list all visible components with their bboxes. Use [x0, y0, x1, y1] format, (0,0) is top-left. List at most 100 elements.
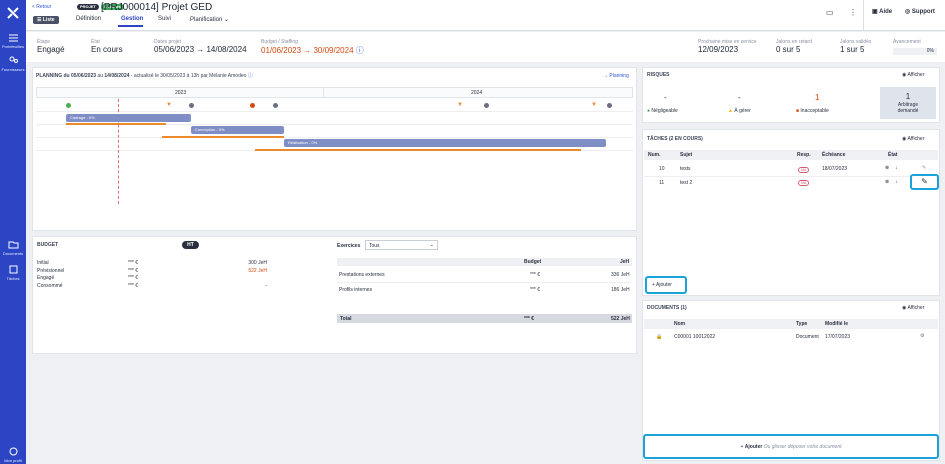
budget-header-jeh: JeH — [620, 259, 630, 265]
budget-row: Prévisionnel *** € 522 JeH — [37, 268, 267, 276]
table-row[interactable]: 11 test 2 MA ⊗ ↓ — [644, 177, 938, 188]
task-sujet: test 2 — [680, 180, 693, 186]
sidebar-item-label: Mon profil — [4, 458, 22, 463]
budget-row-value: *** € — [128, 282, 139, 289]
status-x-icon[interactable]: ⊗ — [885, 165, 889, 171]
sidebar-item-taches[interactable]: Tâches — [0, 265, 26, 281]
table-row-jeh: 186 JeH — [611, 287, 630, 293]
planning-title-prefix: PLANNING du — [36, 73, 70, 79]
task-echeance: 18/07/2023 — [822, 166, 848, 172]
gantt-bar-cadrage[interactable]: Cadrage - 0% — [66, 114, 191, 122]
liste-button[interactable]: ☰ Liste — [33, 16, 59, 24]
dates-field: Dates projet 05/06/2023 → 14/08/2024 — [154, 39, 247, 54]
exercices-label: Exercices — [337, 243, 361, 249]
add-document-dropzone[interactable]: + Ajouter Ou glisser déposer votre docum… — [643, 434, 939, 459]
task-sujet: tests — [680, 166, 691, 172]
afficher-label: Afficher — [907, 72, 925, 78]
risk-a-gerer: ▲ À gérer — [728, 108, 751, 114]
milestone-done-icon[interactable] — [66, 103, 71, 108]
edit-task-button[interactable]: ✎ — [910, 174, 939, 190]
afficher-button[interactable]: ◉ Afficher — [902, 136, 924, 142]
risk-negligeable: ● Négligeable — [647, 108, 678, 114]
red-square-icon: ■ — [796, 108, 800, 114]
retard-field: Jalons en retard 0 sur 5 — [776, 39, 812, 54]
milestone-warning-icon[interactable]: ▼ — [166, 102, 172, 108]
budget-title: BUDGET — [37, 242, 59, 248]
afficher-button[interactable]: ◉ Afficher — [902, 72, 924, 78]
sidebar-item-documents[interactable]: Documents — [0, 240, 26, 256]
budget-row: Engagé *** € — [37, 275, 267, 283]
col-type: Type — [796, 321, 808, 327]
add-label: Ajouter — [656, 282, 672, 288]
arbitrage-box[interactable]: 1 Arbitrage demandé — [880, 87, 936, 119]
resp-avatar: MA — [798, 167, 810, 173]
milestone-late-icon[interactable] — [250, 103, 255, 108]
back-link[interactable]: < Retour — [32, 4, 51, 10]
table-row[interactable]: 🔒 C00001 10012022 Document 17/07/2023 ⚙ — [644, 331, 938, 343]
year-label: 2024 — [471, 90, 483, 96]
budget-row-label: Consommé — [37, 282, 63, 289]
milestone-warning-icon[interactable]: ▼ — [457, 102, 463, 108]
budget-summary: Initial *** € 300 JeH Prévisionnel *** € 522… — [37, 260, 267, 290]
support-button[interactable]: ◎ Support — [905, 8, 935, 15]
risques-title: RISQUES — [647, 72, 670, 78]
year-label: 2023 — [175, 90, 187, 96]
aide-button[interactable]: ▣ Aide — [872, 8, 892, 15]
table-row-budget: *** € — [530, 272, 541, 278]
milestone-warning-icon[interactable]: ▼ — [591, 102, 597, 108]
afficher-label: Afficher — [907, 136, 925, 142]
gantt-bar-conception[interactable]: Conception - 0% — [191, 126, 284, 134]
doc-modifie: 17/07/2023 — [825, 334, 851, 340]
tab-gestion[interactable]: Gestion — [121, 16, 143, 22]
aide-label: Aide — [879, 9, 893, 15]
col-num: Num. — [648, 152, 661, 158]
risk-value: - — [738, 93, 741, 102]
app-logo-icon[interactable] — [6, 6, 20, 20]
resp-avatar: MA — [798, 180, 810, 186]
ht-toggle[interactable]: HT — [182, 241, 199, 249]
sidebar-item-portefeuilles[interactable]: Portefeuilles — [0, 33, 26, 49]
afficher-button[interactable]: ◉ Afficher — [902, 305, 924, 311]
status-x-icon[interactable]: ⊗ — [885, 179, 889, 185]
task-num: 10 — [659, 166, 665, 172]
documents-title: DOCUMENTS (1) — [647, 305, 687, 311]
milestone-icon[interactable] — [273, 103, 278, 108]
green-dot-icon: ● — [647, 108, 651, 114]
gantt-baseline — [66, 123, 166, 125]
table-row[interactable]: 10 tests MA 18/07/2023 ⊗ ↓ ✎ — [644, 162, 938, 175]
planning-link[interactable]: → Planning — [603, 73, 629, 79]
budget-value: 01/06/2023 → 30/09/2024 ⓘ — [261, 45, 364, 56]
sidebar-item-fournisseurs[interactable]: Fournisseurs — [0, 56, 26, 72]
table-row-jeh: 336 JeH — [611, 272, 630, 278]
table-row-budget: *** € — [530, 287, 541, 293]
milestone-icon[interactable] — [607, 103, 612, 108]
tab-planification[interactable]: Planification ⌄ — [190, 16, 229, 23]
exercices-value: Tous — [369, 243, 380, 249]
arrow-down-icon[interactable]: ↓ — [895, 165, 898, 171]
support-label: Support — [911, 9, 935, 15]
more-vertical-icon[interactable]: ⋮ — [849, 8, 857, 17]
tab-definition[interactable]: Définition — [76, 16, 101, 22]
budget-table-header — [337, 258, 632, 266]
milestone-icon[interactable] — [484, 103, 489, 108]
arrow-down-icon[interactable]: ↓ — [895, 179, 898, 185]
sidebar-item-profil[interactable]: Mon profil — [0, 447, 26, 463]
folder-icon — [8, 241, 18, 249]
monitor-icon[interactable]: ▭ — [826, 8, 834, 17]
add-task-button[interactable]: + Ajouter — [645, 276, 687, 294]
tab-suivi[interactable]: Suivi — [158, 16, 171, 22]
planning-suffix: - actualisé le 30/05/2023 à 13h par Méla… — [130, 73, 247, 79]
settings-gear-icon[interactable]: ⚙ — [920, 333, 924, 339]
milestone-icon[interactable] — [189, 103, 194, 108]
total-label: Total — [340, 316, 352, 322]
info-icon[interactable]: ⓘ — [356, 46, 364, 55]
edit-pencil-icon[interactable]: ✎ — [922, 165, 926, 171]
edit-pencil-icon: ✎ — [921, 177, 928, 186]
risk-label: Négligeable — [651, 108, 678, 114]
dates-value: 05/06/2023 → 14/08/2024 — [154, 45, 247, 54]
info-icon[interactable]: ⓘ — [248, 73, 253, 79]
gantt-bar-realisation[interactable]: Réalisation - 0% — [284, 139, 606, 147]
exercices-select[interactable]: Tous ⌄ — [365, 240, 438, 250]
task-num: 11 — [659, 180, 665, 186]
total-jeh: 522 JeH — [611, 316, 630, 322]
